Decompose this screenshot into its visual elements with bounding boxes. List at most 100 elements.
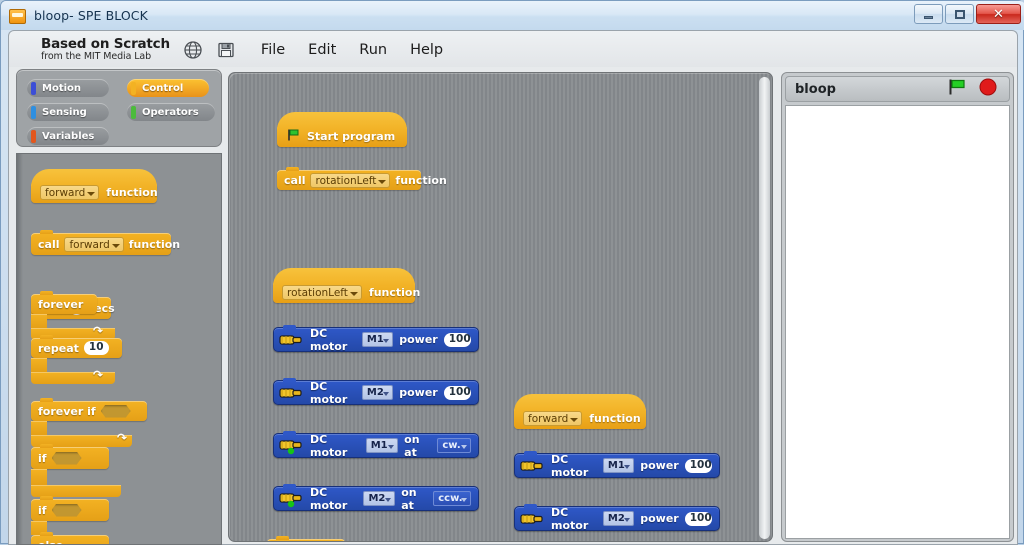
- menu-item-run[interactable]: Run: [356, 41, 390, 59]
- if-label: if: [38, 452, 47, 465]
- call-keyword: call: [284, 174, 305, 187]
- category-button-operators[interactable]: Operators: [127, 103, 215, 121]
- body-area: Motion Sensing Variables Control Operato…: [8, 67, 1018, 545]
- motor-port-dropdown[interactable]: M1: [362, 332, 393, 347]
- operators-color-swatch: [131, 106, 136, 119]
- menu-item-file[interactable]: File: [258, 41, 288, 59]
- motor-port-dropdown[interactable]: M2: [362, 385, 393, 400]
- forever-header[interactable]: forever: [31, 294, 97, 314]
- motor-direction-dropdown[interactable]: cw.: [437, 438, 471, 453]
- motor-power-input[interactable]: 100: [444, 333, 471, 347]
- dc-motor-icon: [278, 331, 304, 349]
- function-keyword: function: [369, 286, 420, 299]
- forever-label: forever: [38, 298, 83, 311]
- script-define-forward[interactable]: forward function: [514, 407, 646, 429]
- palette-block-define-function[interactable]: forward function: [31, 182, 157, 203]
- category-button-control[interactable]: Control: [127, 79, 209, 97]
- forever-if-mouth-left: [31, 421, 47, 435]
- script-motor-block[interactable]: DC motor M2 power 100: [273, 380, 479, 405]
- repeat-count-input[interactable]: 10: [84, 341, 109, 355]
- palette-block-forever[interactable]: forever ↷: [31, 294, 126, 340]
- palette-block-forever-if[interactable]: forever if ↷: [31, 401, 151, 447]
- script-motor-block[interactable]: DC motor M1 on at cw.: [273, 433, 479, 458]
- script-vertical-scrollbar[interactable]: [759, 77, 770, 539]
- motor-power-input[interactable]: 100: [685, 459, 712, 473]
- forever-if-condition-slot[interactable]: [101, 405, 131, 418]
- minimize-icon: [924, 16, 933, 19]
- script-motor-block[interactable]: DC motor M2 on at ccw.: [273, 486, 479, 511]
- script-call-rotation-left[interactable]: call rotationLeft function: [277, 170, 421, 190]
- forever-if-loop-arrow-icon: ↷: [117, 431, 127, 445]
- script-hat-start-program[interactable]: Start program: [277, 125, 407, 147]
- motor-label: DC motor: [310, 433, 360, 459]
- if-mouth-left: [31, 469, 47, 485]
- green-flag-icon[interactable]: [947, 78, 967, 100]
- script-canvas[interactable]: Start program call rotationLeft function…: [228, 72, 773, 542]
- script-motor-block[interactable]: DC motor M1 power 100: [273, 327, 479, 352]
- stop-sign-icon[interactable]: [979, 78, 997, 100]
- palette-scrollbar[interactable]: [17, 154, 23, 545]
- motor-port-dropdown[interactable]: M2: [603, 511, 634, 526]
- category-button-motion[interactable]: Motion: [27, 79, 109, 97]
- if-else-if-label: if: [38, 504, 47, 517]
- menu-item-help[interactable]: Help: [407, 41, 446, 59]
- call-target-dropdown[interactable]: rotationLeft: [310, 173, 390, 188]
- if-else-condition-slot[interactable]: [52, 504, 82, 517]
- brand-line-2: from the MIT Media Lab: [41, 52, 170, 62]
- palette-block-if-else[interactable]: if else: [31, 499, 131, 545]
- motor-port-dropdown[interactable]: M1: [603, 458, 634, 473]
- call-target-dropdown[interactable]: forward: [64, 237, 123, 252]
- stage-panel: bloop: [781, 72, 1014, 542]
- function-name-dropdown[interactable]: rotationLeft: [282, 285, 362, 300]
- motor-label: DC motor: [551, 506, 597, 532]
- menu-item-edit[interactable]: Edit: [305, 41, 339, 59]
- call-function-keyword: function: [395, 174, 446, 187]
- function-name-dropdown[interactable]: forward: [523, 411, 582, 426]
- motor-direction-dropdown[interactable]: ccw.: [433, 491, 471, 506]
- motor-action-label: power: [640, 459, 678, 472]
- function-keyword: function: [106, 186, 157, 199]
- palette-block-if[interactable]: if: [31, 447, 131, 497]
- close-button[interactable]: ✕: [976, 4, 1021, 24]
- title-bar: bloop- SPE BLOCK ✕: [1, 1, 1024, 30]
- if-header[interactable]: if: [31, 447, 109, 469]
- forever-if-header[interactable]: forever if: [31, 401, 147, 421]
- stage-title: bloop: [795, 82, 836, 97]
- call-function-keyword: function: [129, 238, 180, 251]
- forever-mouth-left: [31, 314, 47, 328]
- motor-label: DC motor: [310, 486, 357, 512]
- motor-port-dropdown[interactable]: M1: [366, 438, 398, 453]
- globe-icon[interactable]: [183, 40, 203, 60]
- repeat-mouth-left: [31, 358, 47, 372]
- palette-block-call-function[interactable]: call forward function: [31, 233, 171, 255]
- category-button-sensing[interactable]: Sensing: [27, 103, 109, 121]
- maximize-button[interactable]: [945, 4, 974, 24]
- window-controls: ✕: [914, 4, 1021, 24]
- if-condition-slot[interactable]: [52, 452, 82, 465]
- stage-canvas[interactable]: [785, 105, 1010, 539]
- function-name-dropdown[interactable]: forward: [40, 185, 99, 200]
- brand-credit: Based on Scratch from the MIT Media Lab: [41, 37, 170, 61]
- dc-motor-on-icon: [278, 490, 304, 508]
- script-wait-block[interactable]: wait 1 secs: [267, 539, 345, 542]
- palette-column: Motion Sensing Variables Control Operato…: [16, 69, 222, 545]
- script-motor-block[interactable]: DC motor M1 power 100: [514, 453, 720, 478]
- save-icon[interactable]: [216, 40, 236, 60]
- script-define-rotation-left[interactable]: rotationLeft function: [273, 281, 415, 303]
- app-icon: [9, 9, 26, 24]
- repeat-header[interactable]: repeat 10: [31, 338, 122, 358]
- control-color-swatch: [131, 82, 136, 95]
- category-button-variables[interactable]: Variables: [27, 127, 109, 145]
- block-palette[interactable]: forward function call forward function w…: [16, 153, 222, 545]
- start-program-label: Start program: [307, 130, 395, 143]
- palette-block-repeat[interactable]: repeat 10 ↷: [31, 338, 136, 384]
- window-title: bloop- SPE BLOCK: [34, 8, 148, 23]
- motor-power-input[interactable]: 100: [444, 386, 471, 400]
- minimize-button[interactable]: [914, 4, 943, 24]
- if-else-header[interactable]: if: [31, 499, 109, 521]
- function-keyword: function: [589, 412, 640, 425]
- motor-power-input[interactable]: 100: [685, 512, 712, 526]
- app-header: Based on Scratch from the MIT Media Lab …: [8, 30, 1018, 68]
- motor-port-dropdown[interactable]: M2: [363, 491, 395, 506]
- script-motor-block[interactable]: DC motor M2 power 100: [514, 506, 720, 531]
